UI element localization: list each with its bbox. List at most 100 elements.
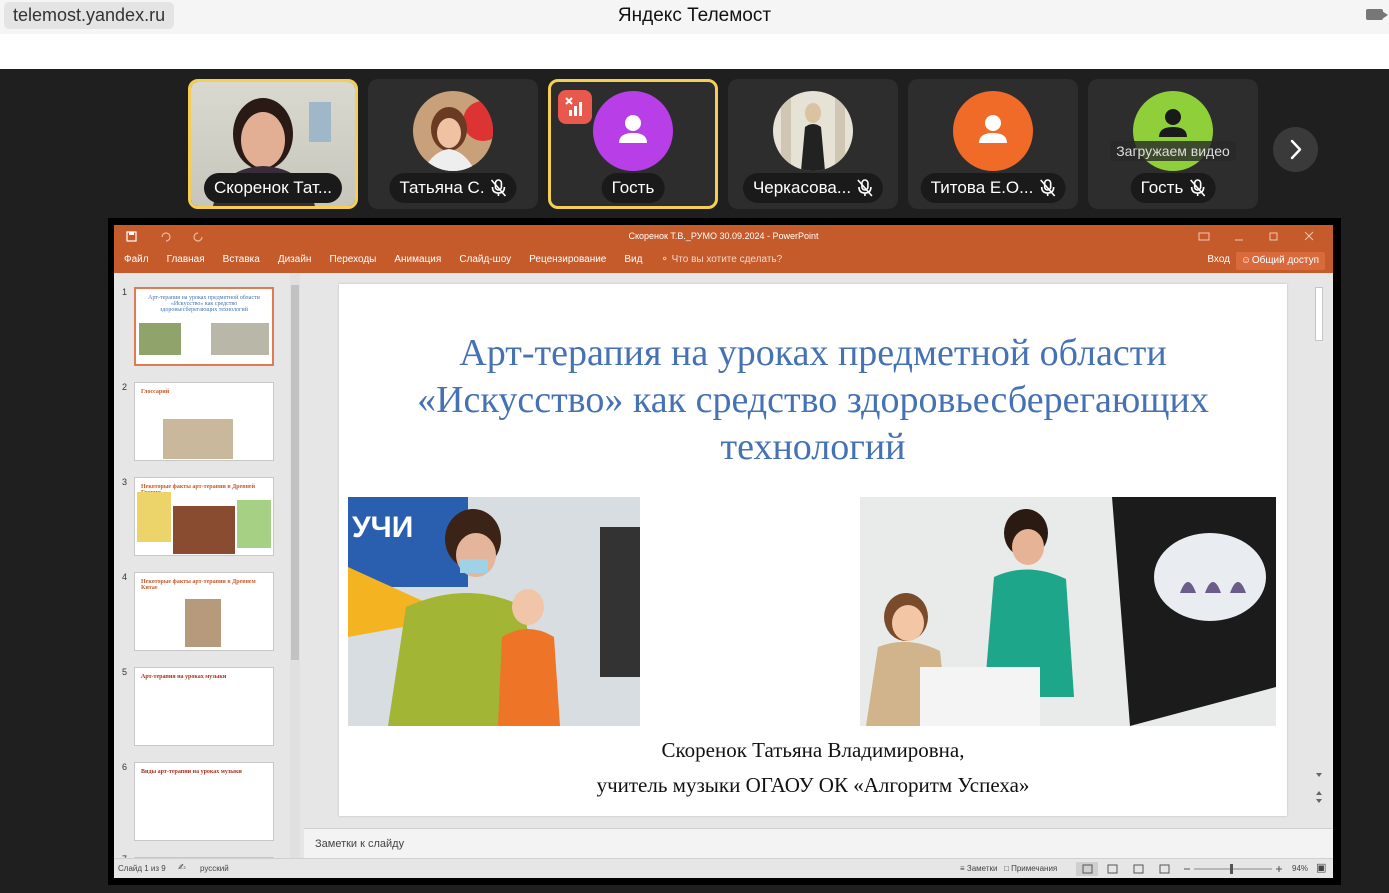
ribbon-tabs: Файл Главная Вставка Дизайн Переходы Ани…: [124, 254, 800, 265]
zoom-level[interactable]: 94%: [1292, 864, 1308, 873]
author-line[interactable]: Скоренок Татьяна Владимировна,: [339, 738, 1287, 763]
tab-design[interactable]: Дизайн: [278, 254, 312, 265]
thumb-title: Виды арт-терапии на уроках музыки: [141, 769, 242, 775]
thumb-photo: [185, 599, 221, 647]
participant-name-text: Гость: [611, 178, 655, 197]
mic-off-icon: [490, 179, 507, 197]
thumb-number: 6: [122, 762, 128, 772]
titova-avatar: [953, 91, 1033, 171]
user-icon: [619, 115, 647, 143]
thumb-block: [237, 500, 271, 548]
tell-me-text: Что вы хотите сделать?: [671, 254, 783, 265]
tab-file[interactable]: Файл: [124, 254, 149, 265]
slide-title[interactable]: Арт-терапия на уроках предметной области…: [399, 330, 1227, 471]
slide-thumbnail[interactable]: Арт-терапия на уроках предметной области…: [134, 287, 274, 366]
participant-name-text: Гость: [1140, 178, 1184, 197]
spellcheck-icon[interactable]: ✍: [178, 862, 186, 873]
tell-me-search[interactable]: ⚬ Что вы хотите сделать?: [660, 254, 782, 265]
view-buttons[interactable]: [1076, 862, 1176, 876]
thumb-number: 2: [122, 382, 128, 392]
language-label[interactable]: русский: [200, 864, 229, 873]
slide-thumbnail[interactable]: Глоссарий: [134, 382, 274, 461]
tab-insert[interactable]: Вставка: [223, 254, 260, 265]
thumb-number: 1: [122, 287, 128, 297]
ppt-window-title: Скоренок Т.В._РУМО 30.09.2024 - PowerPoi…: [628, 231, 819, 241]
svg-text:УЧИ: УЧИ: [352, 511, 413, 544]
participant-name-text: Татьяна С.: [399, 178, 485, 197]
tab-home[interactable]: Главная: [167, 254, 205, 265]
login-link[interactable]: Вход: [1207, 254, 1230, 265]
avatar-photo: [773, 91, 853, 171]
ppt-ribbon: Файл Главная Вставка Дизайн Переходы Ани…: [114, 249, 1333, 273]
position-line[interactable]: учитель музыки ОГАОУ ОК «Алгоритм Успеха…: [339, 773, 1287, 798]
participant-name: Титова Е.О...: [920, 173, 1066, 203]
share-label: Общий доступ: [1251, 255, 1319, 266]
notes-toggle-label: Заметки: [966, 864, 998, 873]
thumbnails-scrollbar[interactable]: [290, 273, 300, 858]
slide-scrollbar[interactable]: [1313, 273, 1325, 828]
thumb-title: Арт-терапия на уроках музыки: [141, 674, 227, 680]
thumb-photo: [211, 323, 269, 355]
participant-name: Скоренок Тат...: [203, 173, 343, 203]
ppt-titlebar: Скоренок Т.В._РУМО 30.09.2024 - PowerPoi…: [114, 225, 1333, 249]
participant-name: Татьяна С.: [389, 173, 517, 203]
thumb-block: [137, 492, 171, 542]
participant-tile[interactable]: Титова Е.О...: [908, 79, 1078, 209]
slide-thumbnails-pane: 1 Арт-терапия на уроках предметной облас…: [114, 273, 302, 867]
tab-slideshow[interactable]: Слайд-шоу: [459, 254, 511, 265]
loading-video-label: Загружаем видео: [1110, 141, 1236, 161]
participant-tile[interactable]: Татьяна С.: [368, 79, 538, 209]
comments-label: Примечания: [1011, 864, 1058, 873]
notes-pane[interactable]: Заметки к слайду: [304, 828, 1333, 858]
status-bar: Слайд 1 из 9 ✍ русский ≡ Заметки □ Приме…: [114, 858, 1333, 878]
participant-name: Черкасова...: [742, 173, 884, 203]
browser-bar: telemost.yandex.ru Яндекс Телемост: [0, 0, 1389, 34]
tab-transitions[interactable]: Переходы: [329, 254, 376, 265]
mic-off-icon: [1189, 179, 1205, 197]
participant-name-text: Скоренок Тат...: [213, 178, 333, 197]
user-icon: [979, 115, 1007, 143]
slide-thumbnail[interactable]: Некоторые факты арт-терапии в Древней Гр…: [134, 477, 274, 556]
comments-toggle[interactable]: □ Примечания: [1004, 864, 1057, 873]
thumb-number: 3: [122, 477, 128, 487]
slide-editor: Арт-терапия на уроках предметной области…: [304, 273, 1333, 828]
slide-thumbnail[interactable]: Арт-терапия на уроках музыки: [134, 667, 274, 746]
notes-toggle[interactable]: ≡ Заметки: [960, 864, 998, 873]
thumb-title: Глоссарий: [141, 389, 170, 395]
thumb-photo: [139, 323, 181, 355]
lesson-photo-left: УЧИ: [348, 497, 640, 726]
scroll-thumb[interactable]: [291, 285, 299, 660]
lesson-photo-right: [860, 497, 1276, 726]
current-slide[interactable]: Арт-терапия на уроках предметной области…: [339, 284, 1287, 816]
camera-icon[interactable]: [1366, 9, 1388, 20]
scroll-arrows[interactable]: [1314, 771, 1324, 811]
participant-tile[interactable]: Гость: [548, 79, 718, 209]
participant-name: Гость: [1130, 173, 1216, 203]
avatar-photo: [413, 91, 493, 171]
window-controls[interactable]: [1197, 230, 1327, 244]
slide-thumbnail[interactable]: Некоторые факты арт-терапии в Древнем Ки…: [134, 572, 274, 651]
shared-screen: Скоренок Т.В._РУМО 30.09.2024 - PowerPoi…: [108, 218, 1341, 885]
zoom-slider[interactable]: [1182, 863, 1284, 875]
tab-review[interactable]: Рецензирование: [529, 254, 606, 265]
fit-to-window-icon[interactable]: ▣: [1316, 861, 1326, 874]
blank-band: [0, 34, 1389, 69]
tab-view[interactable]: Вид: [624, 254, 642, 265]
mic-off-icon: [857, 179, 873, 197]
thumb-photo: [163, 419, 233, 459]
window-title: Яндекс Телемост: [617, 5, 772, 26]
signal-warning-icon: [558, 90, 592, 124]
participant-tile[interactable]: Черкасова...: [728, 79, 898, 209]
notes-placeholder: Заметки к слайду: [315, 838, 405, 850]
next-participants-button[interactable]: [1273, 127, 1318, 172]
scroll-thumb[interactable]: [1315, 287, 1323, 341]
participant-tile[interactable]: Скоренок Тат...: [188, 79, 358, 209]
tab-animation[interactable]: Анимация: [394, 254, 441, 265]
slide-counter: Слайд 1 из 9: [118, 864, 166, 873]
thumb-title: Некоторые факты арт-терапии в Древнем Ки…: [141, 579, 256, 591]
share-button[interactable]: ☺ Общий доступ: [1235, 252, 1325, 270]
participant-tile[interactable]: Загружаем видео Гость: [1088, 79, 1258, 209]
powerpoint-window: Скоренок Т.В._РУМО 30.09.2024 - PowerPoi…: [114, 225, 1333, 878]
thumb-number: 5: [122, 667, 128, 677]
slide-thumbnail[interactable]: Виды арт-терапии на уроках музыки: [134, 762, 274, 841]
